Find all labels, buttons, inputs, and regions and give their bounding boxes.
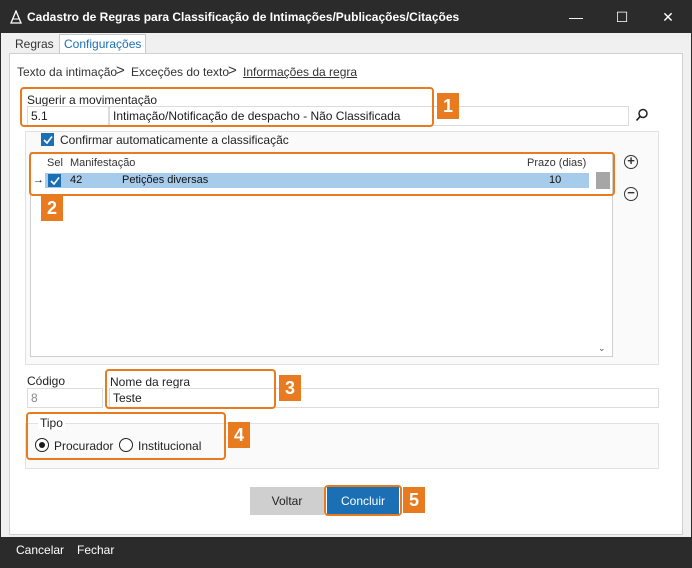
callout-box-3 <box>105 369 276 409</box>
breadcrumb-separator: > <box>228 62 237 79</box>
minimize-button[interactable]: — <box>553 1 599 33</box>
codigo-field: 8 <box>27 388 103 408</box>
callout-badge-1: 1 <box>437 93 459 119</box>
breadcrumb-texto-intimacao[interactable]: Texto da intimação <box>17 65 117 79</box>
fechar-button[interactable]: Fechar <box>77 543 114 557</box>
callout-box-1 <box>20 87 434 127</box>
breadcrumb-informacoes-regra[interactable]: Informações da regra <box>243 65 357 79</box>
breadcrumb-separator: > <box>116 62 125 79</box>
callout-box-2 <box>29 152 615 196</box>
callout-badge-5: 5 <box>403 487 425 513</box>
title-bar: Cadastro de Regras para Classificação de… <box>1 1 691 33</box>
remove-circle-icon[interactable]: − <box>624 186 638 201</box>
auto-confirm-label: Confirmar automaticamente a classificaçã… <box>60 133 289 147</box>
maximize-button[interactable]: ☐ <box>599 1 645 33</box>
auto-confirm-checkbox[interactable] <box>41 133 54 146</box>
grid-scrollbar[interactable]: ⌄ <box>595 172 611 356</box>
callout-box-5 <box>324 485 402 516</box>
close-button[interactable]: ✕ <box>645 1 691 33</box>
app-icon <box>10 10 22 24</box>
voltar-button[interactable]: Voltar <box>250 487 324 515</box>
callout-box-4 <box>26 412 226 460</box>
add-circle-icon[interactable]: + <box>624 154 638 169</box>
scroll-down-icon[interactable]: ⌄ <box>598 343 606 354</box>
cancelar-button[interactable]: Cancelar <box>16 543 64 557</box>
codigo-label: Código <box>27 374 66 388</box>
footer-bar: Cancelar Fechar <box>1 537 691 568</box>
search-icon[interactable] <box>635 108 649 122</box>
tab-configuracoes[interactable]: Configurações <box>59 34 147 54</box>
callout-badge-4: 4 <box>228 422 250 448</box>
window-title: Cadastro de Regras para Classificação de… <box>27 10 460 24</box>
dialog-window: Cadastro de Regras para Classificação de… <box>0 0 692 568</box>
callout-badge-2: 2 <box>41 195 63 221</box>
callout-badge-3: 3 <box>279 375 301 401</box>
breadcrumb-excecoes-texto[interactable]: Exceções do texto <box>131 65 229 79</box>
tab-regras[interactable]: Regras <box>11 35 58 53</box>
